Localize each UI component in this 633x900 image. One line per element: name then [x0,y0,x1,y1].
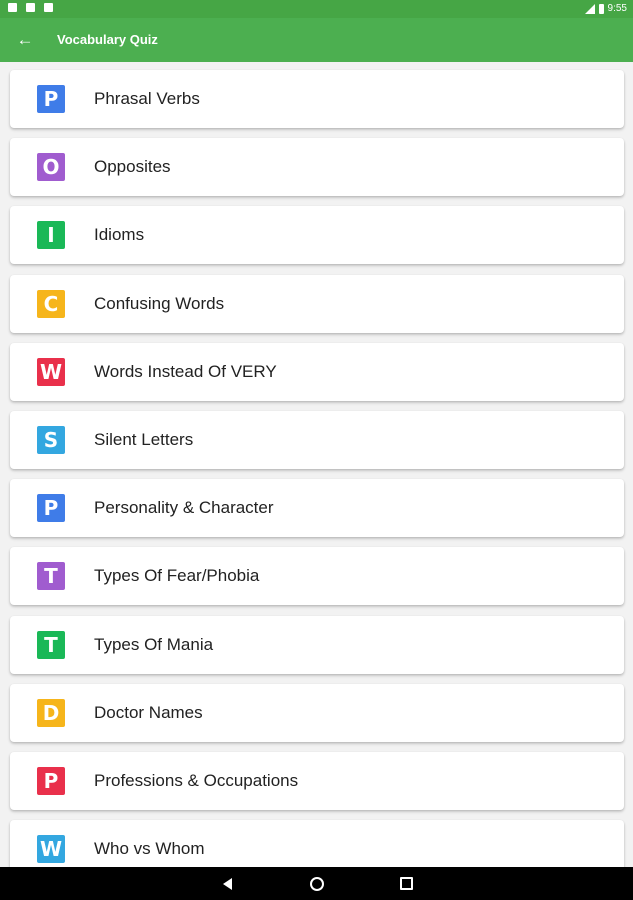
category-letter-badge: T [37,562,65,591]
navigation-bar [0,867,633,900]
category-item[interactable]: W Words Instead Of VERY [10,342,624,401]
back-triangle-icon [222,877,232,890]
category-item[interactable]: P Personality & Character [10,479,624,538]
category-label: Phrasal Verbs [94,89,200,108]
category-item[interactable]: W Who vs Whom [10,820,624,867]
category-label: Doctor Names [94,702,203,722]
recents-square-icon [399,877,413,890]
nav-recents-button[interactable] [386,867,426,900]
notification-icon [44,3,53,12]
home-circle-icon [310,876,324,891]
category-item[interactable]: T Types Of Fear/Phobia [10,547,624,606]
category-item[interactable]: T Types Of Mania [10,615,624,674]
status-bar: 9:55 [0,0,633,18]
category-list: P Phrasal Verbs O Opposites I Idioms C Confusin… [0,62,633,867]
category-label: Confusing Words [94,293,225,313]
status-time: 9:55 [607,3,627,14]
category-label: Opposites [94,157,171,177]
category-item[interactable]: O Opposites [10,138,624,197]
back-button[interactable]: ← [12,28,38,52]
category-label: Types Of Fear/Phobia [94,566,260,586]
category-letter-badge: W [37,357,65,386]
category-letter-badge: P [37,494,65,523]
notification-icon [8,3,17,12]
category-item[interactable]: C Confusing Words [10,274,624,333]
category-letter-badge: D [37,698,65,727]
category-letter-badge: W [37,835,65,864]
category-label: Professions & Occupations [94,771,299,790]
category-item[interactable]: P Professions & Occupations [10,752,624,810]
notification-icon [26,3,35,12]
category-item[interactable]: D Doctor Names [10,683,624,742]
category-letter-badge: O [37,153,65,182]
category-label: Idioms [94,225,145,245]
category-label: Silent Letters [94,430,194,449]
category-letter-badge: T [37,630,65,659]
app-bar: ← Vocabulary Quiz [0,18,633,62]
battery-icon [598,3,604,14]
page-title: Vocabulary Quiz [57,32,158,47]
signal-icon [584,3,595,14]
category-label: Words Instead Of VERY [94,361,277,381]
nav-back-button[interactable] [207,867,247,900]
category-letter-badge: C [37,289,65,318]
category-label: Who vs Whom [94,839,205,859]
category-item[interactable]: S Silent Letters [10,411,624,469]
category-item[interactable]: P Phrasal Verbs [10,70,624,128]
notification-icons [8,3,53,12]
category-label: Personality & Character [94,498,274,518]
nav-home-button[interactable] [297,867,337,900]
category-letter-badge: P [37,85,65,113]
category-item[interactable]: I Idioms [10,206,624,265]
category-letter-badge: S [37,426,65,454]
category-letter-badge: I [37,221,65,250]
category-letter-badge: P [37,767,65,795]
system-status: 9:55 [584,3,627,14]
category-label: Types Of Mania [94,634,214,654]
